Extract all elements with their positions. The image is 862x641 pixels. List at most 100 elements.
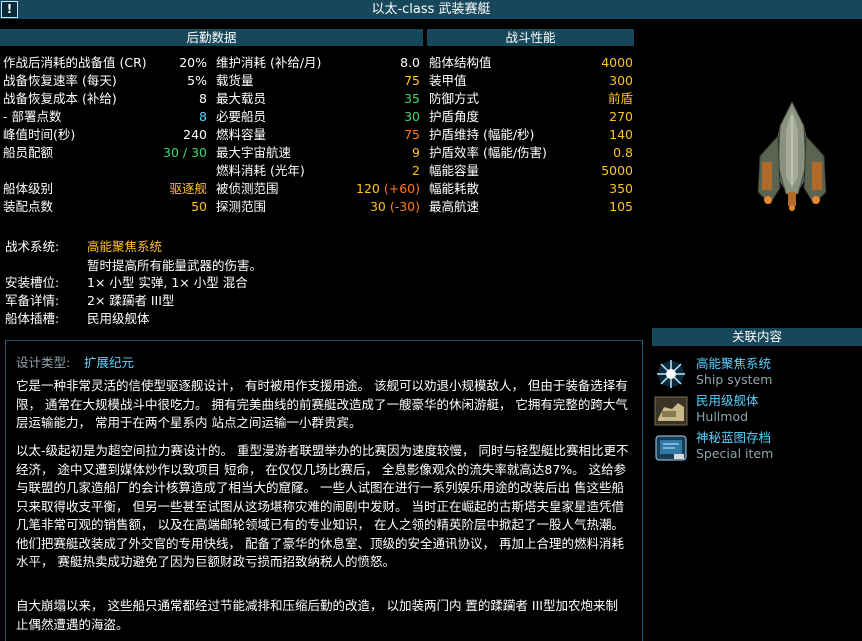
info-icon[interactable]: ! xyxy=(1,1,18,18)
stat-number: 5000 xyxy=(601,163,633,178)
stat-row: 护盾效率 (幅能/伤害) 0.8 xyxy=(429,144,633,162)
stat-value: 前盾 xyxy=(608,90,633,108)
related-item-subtitle: Ship system xyxy=(696,372,773,387)
stat-row: 幅能耗散 350 xyxy=(429,180,633,198)
stat-number: 前盾 xyxy=(607,91,633,106)
stat-label: 燃料容量 xyxy=(216,127,267,142)
related-item-hullmod[interactable]: 民用级舰体 Hullmod xyxy=(652,393,862,429)
description-paragraph-3: 自大崩塌以来， 这些船只通常都经过节能减排和压缩后勤的改造， 以加装两门内 置的… xyxy=(16,598,618,632)
related-item-subtitle: Special item xyxy=(696,446,774,461)
ship-system-label: 战术系统: xyxy=(5,239,60,254)
stat-number: 8 xyxy=(199,91,207,106)
stat-number: 4000 xyxy=(601,55,633,70)
stat-value: 350 xyxy=(609,180,633,198)
related-item-ship-system[interactable]: 高能聚焦系统 Ship system xyxy=(652,356,862,392)
stat-row: 最大宇宙航速 9 xyxy=(216,144,420,162)
stat-value: 5% xyxy=(187,72,207,90)
stat-label: 最高航速 xyxy=(429,199,480,214)
stat-value: 5000 xyxy=(601,162,633,180)
combat-header-label: 战斗性能 xyxy=(505,30,556,45)
stat-label: - 部署点数 xyxy=(3,109,62,124)
stat-value: 30 / 30 xyxy=(163,144,207,162)
stat-label: 战备恢复成本 (补给) xyxy=(3,91,117,106)
stat-label: 船员配额 xyxy=(3,145,54,160)
stat-value: 30 (-30) xyxy=(370,198,420,216)
stat-value: 75 xyxy=(404,72,420,90)
stat-number: 120 xyxy=(356,181,380,196)
stat-value: 140 xyxy=(609,126,633,144)
stat-value: 270 xyxy=(609,108,633,126)
stat-row: 最大载员 35 xyxy=(216,90,420,108)
mounts-label: 安装槽位: xyxy=(5,275,60,290)
stat-label: 最大载员 xyxy=(216,91,267,106)
stat-value: 8.0 xyxy=(400,54,420,72)
stat-row: 战备恢复成本 (补给) 8 xyxy=(3,90,207,108)
stat-row: 防御方式 前盾 xyxy=(429,90,633,108)
stat-row: 装配点数 50 xyxy=(3,198,207,216)
stat-value: 105 xyxy=(609,198,633,216)
stat-value: 8 xyxy=(199,108,207,126)
armaments-value: 2× 蹂躏者 III型 xyxy=(87,293,175,308)
stat-label: 护盾维持 (幅能/秒) xyxy=(429,127,535,142)
stat-number: 5% xyxy=(187,73,207,88)
stat-label: 装甲值 xyxy=(429,73,467,88)
stat-value: 4000 xyxy=(601,54,633,72)
stat-number: 2 xyxy=(412,163,420,178)
stat-value: 0.8 xyxy=(613,144,633,162)
stat-row: 燃料容量 75 xyxy=(216,126,420,144)
blueprint-icon xyxy=(655,435,687,461)
description-paragraph-2: 以太-级起初是为超空间拉力赛设计的。 重型漫游者联盟举办的比赛因为速度较慢， 同… xyxy=(16,443,629,569)
stat-label: 防御方式 xyxy=(429,91,480,106)
stat-value: 9 xyxy=(412,144,420,162)
stat-label: 被侦测范围 xyxy=(216,181,279,196)
related-header-label: 关联内容 xyxy=(731,329,782,344)
stat-number: 30 xyxy=(369,199,386,214)
stat-number: 35 xyxy=(404,91,420,106)
related-item-title: 神秘蓝图存档 xyxy=(696,430,772,445)
stat-row: 必要船员 30 xyxy=(216,108,420,126)
stat-row: 载货量 75 xyxy=(216,72,420,90)
stat-row: 探测范围 30 (-30) xyxy=(216,198,420,216)
stat-row: 护盾维持 (幅能/秒) 140 xyxy=(429,126,633,144)
logistics-header: 后勤数据 xyxy=(0,29,423,46)
stat-label: 探测范围 xyxy=(216,199,267,214)
ship-system-name[interactable]: 高能聚焦系统 xyxy=(87,238,162,256)
stat-label: 船体级别 xyxy=(3,181,54,196)
stat-number: 105 xyxy=(609,199,633,214)
stat-number: 50 xyxy=(191,199,207,214)
stat-label: 载货量 xyxy=(216,73,254,88)
stat-label: 装配点数 xyxy=(3,199,54,214)
stat-value: 30 xyxy=(404,108,420,126)
stat-value: 2 xyxy=(412,162,420,180)
stat-label: 幅能容量 xyxy=(429,163,480,178)
page-title: 以太-class 武装赛艇 xyxy=(371,2,491,17)
stat-number: 270 xyxy=(609,109,633,124)
stat-number: 75 xyxy=(404,127,420,142)
mounts-value: 1× 小型 实弹, 1× 小型 混合 xyxy=(87,275,248,290)
description-paragraph-1: 它是一种非常灵活的信使型驱逐舰设计， 有时被用作支援用途。 该舰可以劝退小规模敌… xyxy=(16,378,628,430)
stat-value: 120 (+60) xyxy=(356,180,420,198)
stat-value: 20% xyxy=(179,54,207,72)
stat-row: 幅能容量 5000 xyxy=(429,162,633,180)
stat-modifier: (-30) xyxy=(385,199,420,214)
stat-row: 作战后消耗的战备值 (CR) 20% xyxy=(3,54,207,72)
stat-label: 护盾角度 xyxy=(429,109,480,124)
related-item-subtitle: Hullmod xyxy=(696,409,749,424)
description-panel: 设计类型: 扩展纪元 它是一种非常灵活的信使型驱逐舰设计， 有时被用作支援用途。… xyxy=(5,340,643,641)
stat-label: 峰值时间(秒) xyxy=(3,127,76,142)
related-item-special[interactable]: 神秘蓝图存档 Special item xyxy=(652,430,862,466)
stat-number: 30 xyxy=(404,109,420,124)
window-title-bar: 以太-class 武装赛艇 xyxy=(0,0,862,19)
hullmod-icon xyxy=(654,396,688,426)
stat-row: 船员配额 30 / 30 xyxy=(3,144,207,162)
related-item-title: 高能聚焦系统 xyxy=(696,356,772,371)
stat-number: 30 / 30 xyxy=(163,145,207,160)
combat-header: 战斗性能 xyxy=(427,29,634,46)
design-type-label: 设计类型: xyxy=(16,355,71,370)
stat-label: 战备恢复速率 (每天) xyxy=(3,73,117,88)
stat-number: 8.0 xyxy=(400,55,420,70)
stat-label: 作战后消耗的战备值 (CR) xyxy=(3,55,147,70)
hullmods-value: 民用级舰体 xyxy=(87,311,150,326)
stat-value: 50 xyxy=(191,198,207,216)
stat-row xyxy=(3,162,207,180)
